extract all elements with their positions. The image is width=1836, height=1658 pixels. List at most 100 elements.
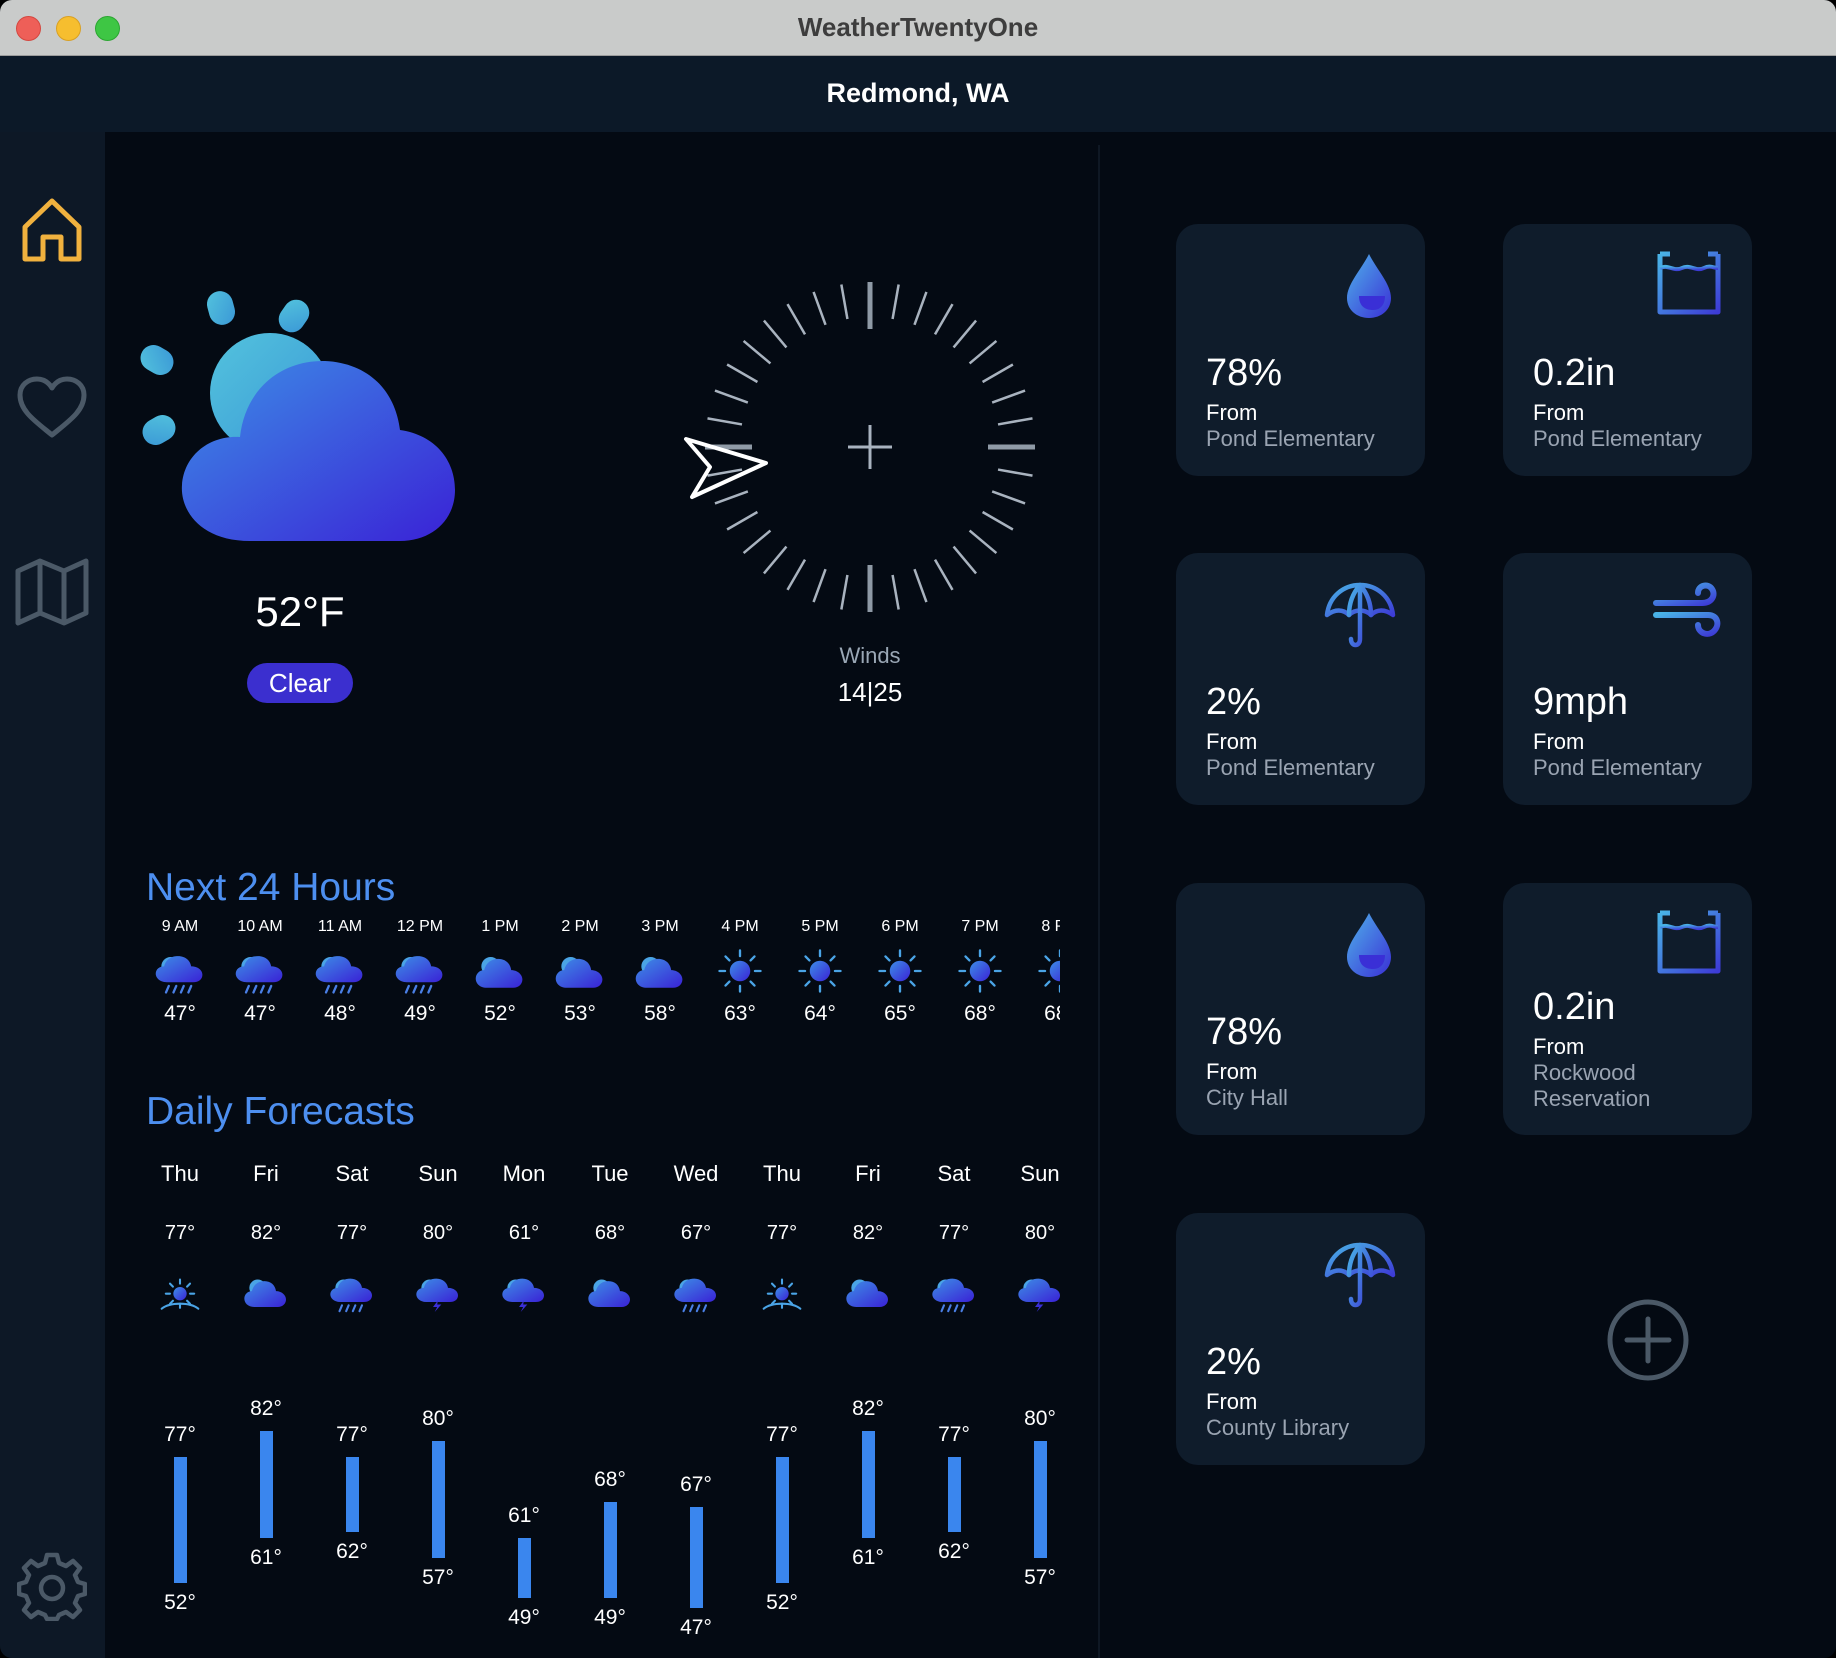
widget-source: Pond Elementary: [1533, 755, 1702, 780]
temperature-range-bar: [604, 1502, 617, 1599]
daily-item: Wed 67° 67° 47°: [656, 1156, 736, 1656]
hour-temp: 64°: [804, 1002, 836, 1025]
sidebar-item-favorites[interactable]: [12, 368, 92, 448]
temperature-range-bar: [776, 1456, 789, 1584]
sun-cloud-storm-icon: [502, 1278, 544, 1312]
day-name: Sat: [335, 1161, 369, 1186]
day-name: Mon: [502, 1161, 546, 1186]
widget-icon-wrap: [1650, 579, 1724, 648]
daily-item: Thu 77° 77° 52°: [140, 1156, 220, 1656]
location-title: Redmond, WA: [826, 78, 1010, 108]
daily-forecast-list[interactable]: Thu 77° 77° 52° Fri 82° 82° 61° Sat 77° 77° 62° Sun 8…: [140, 1156, 1060, 1656]
heart-icon: [17, 376, 87, 438]
sun-cloud-rain-icon: [315, 956, 363, 994]
winds-value: 14|25: [837, 677, 903, 707]
bar-low-label: 49°: [594, 1606, 626, 1630]
bar-high-label: 82°: [852, 1397, 884, 1421]
humidity-drop-icon: [1347, 913, 1391, 977]
weather-widget-card[interactable]: 2% From Pond Elementary: [1176, 553, 1425, 805]
bar-low-label: 61°: [250, 1545, 282, 1569]
hour-time: 4 PM: [721, 918, 759, 935]
hour-temp: 49°: [404, 1002, 436, 1025]
hour-temp: 52°: [484, 1002, 516, 1025]
widget-source: Pond Elementary: [1533, 426, 1702, 451]
sun-icon: [798, 949, 842, 993]
hour-temp: 68°: [964, 1002, 996, 1025]
window-title: WeatherTwentyOne: [797, 12, 1039, 42]
daily-item: Sat 77° 77° 62°: [914, 1156, 994, 1656]
widget-from-label: From: [1533, 1034, 1585, 1059]
condition-badge: Clear: [247, 663, 353, 703]
hour-time: 5 PM: [801, 918, 839, 935]
weather-widget-card[interactable]: 0.2in From Pond Elementary: [1503, 224, 1752, 476]
bar-low-label: 52°: [164, 1591, 196, 1615]
bar-low-label: 57°: [1024, 1565, 1056, 1589]
humidity-drop-icon: [1347, 254, 1391, 318]
cloud-icon: [555, 957, 603, 988]
bar-low-label: 52°: [766, 1591, 798, 1615]
hour-time: 8 PM: [1041, 918, 1060, 935]
day-icon-wrap: [757, 1270, 807, 1314]
day-icon-wrap: [155, 1270, 205, 1314]
widget-source: Rockwood Reservation: [1533, 1060, 1651, 1111]
hour-temp: 58°: [644, 1002, 676, 1025]
sidebar-item-settings[interactable]: [12, 1546, 92, 1626]
widget-icon-wrap: [1341, 250, 1397, 327]
day-high-temp: 68°: [594, 1222, 626, 1244]
sunrise-icon: [762, 1278, 802, 1310]
temperature-range-bar: [518, 1537, 531, 1599]
weather-widget-card[interactable]: 2% From County Library: [1176, 1213, 1425, 1465]
day-icon-wrap: [413, 1270, 463, 1314]
day-high-temp: 61°: [508, 1222, 540, 1244]
weather-widget-card[interactable]: 0.2in From Rockwood Reservation: [1503, 883, 1752, 1135]
day-icon-wrap: [1015, 1270, 1060, 1314]
widget-value: 2%: [1206, 681, 1261, 723]
cloud-icon: [635, 957, 683, 988]
hour-temp: 53°: [564, 1002, 596, 1025]
hour-icon-wrap: [300, 940, 380, 1002]
hour-temp: 65°: [884, 1002, 916, 1025]
weather-widget-card[interactable]: 78% From City Hall: [1176, 883, 1425, 1135]
day-icon-wrap: [585, 1270, 635, 1314]
day-high-temp: 67°: [680, 1222, 712, 1244]
sidebar-item-home[interactable]: [12, 190, 92, 270]
hour-time: 7 PM: [961, 918, 999, 935]
current-temperature: 52°F: [255, 588, 345, 635]
sun-cloud-rain-icon: [155, 956, 203, 994]
add-circle-icon[interactable]: [1605, 1297, 1691, 1383]
daily-item: Tue 68° 68° 49°: [570, 1156, 650, 1656]
widget-value: 9mph: [1533, 681, 1629, 723]
cloud-icon: [588, 1279, 630, 1307]
hourly-item: 9 AM 47°: [140, 918, 220, 1026]
hour-temp: 47°: [244, 1002, 276, 1025]
weather-widget-card[interactable]: 9mph From Pond Elementary: [1503, 553, 1752, 805]
hour-icon-wrap: [220, 940, 300, 1002]
weather-widget-card[interactable]: 78% From Pond Elementary: [1176, 224, 1425, 476]
sun-cloud-rain-icon: [395, 956, 443, 994]
sun-cloud-rain-icon: [235, 956, 283, 994]
widget-icon-wrap: [1654, 250, 1724, 321]
daily-item: Thu 77° 77° 52°: [742, 1156, 822, 1656]
hour-icon-wrap: [620, 940, 700, 1002]
app-window: WeatherTwentyOne Redmond, WA 52°F Clear …: [0, 0, 1836, 1658]
day-high-temp: 82°: [852, 1222, 884, 1244]
hour-time: 10 AM: [237, 918, 283, 935]
hour-time: 2 PM: [561, 918, 599, 935]
title-bar: WeatherTwentyOne: [0, 0, 1836, 56]
bar-high-label: 67°: [680, 1473, 712, 1497]
sun-cloud-rain-icon: [674, 1278, 716, 1313]
day-icon-wrap: [671, 1270, 721, 1314]
partly-sunny-cloud-icon: [140, 291, 455, 541]
sun-icon: [878, 949, 922, 993]
widget-icon-wrap: [1323, 1239, 1397, 1316]
day-name: Sun: [1020, 1161, 1060, 1186]
bar-high-label: 82°: [250, 1397, 282, 1421]
sidebar-item-map[interactable]: [12, 551, 92, 631]
hour-icon-wrap: [940, 940, 1020, 1002]
cloud-icon: [846, 1279, 888, 1307]
hourly-forecast-list[interactable]: 9 AM 47° 10 AM 47° 11 AM 48° 12 PM 49° 1 PM 52° 2 …: [140, 918, 1060, 1048]
hour-time: 9 AM: [161, 918, 199, 935]
day-icon-wrap: [843, 1270, 893, 1314]
hour-icon-wrap: [700, 940, 780, 1002]
temperature-range-bar: [260, 1431, 273, 1538]
